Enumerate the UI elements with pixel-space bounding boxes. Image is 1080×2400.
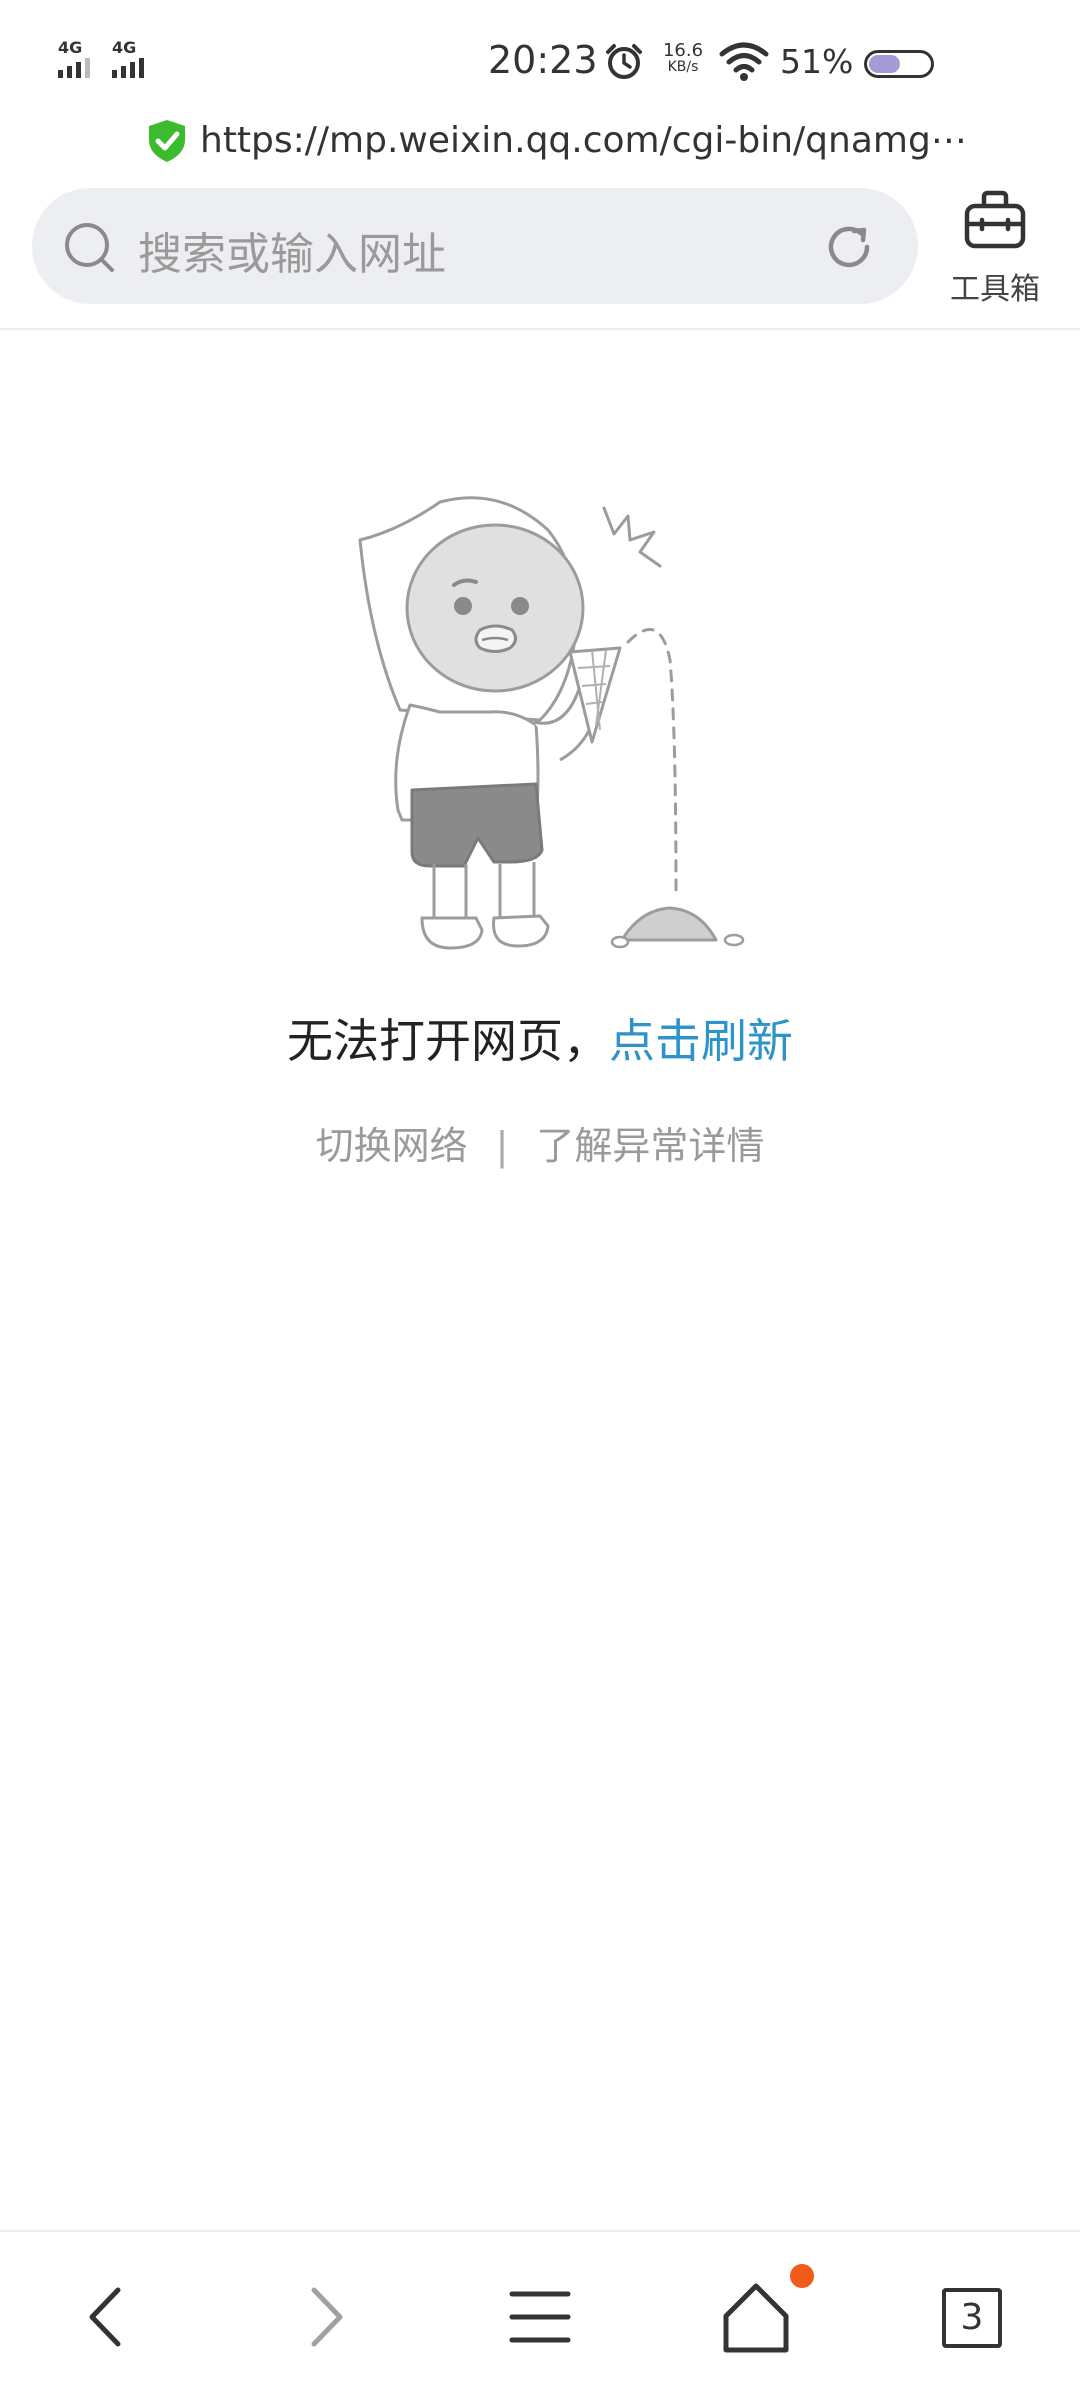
error-text: 无法打开网页， bbox=[287, 1014, 609, 1068]
switch-network-link[interactable]: 切换网络 bbox=[316, 1124, 468, 1168]
search-icon bbox=[65, 223, 114, 272]
refresh-link[interactable]: 点击刷新 bbox=[609, 1014, 793, 1068]
toolbox-icon bbox=[964, 190, 1026, 249]
network-speed-unit: KB/s bbox=[667, 59, 699, 75]
wifi-icon bbox=[719, 42, 769, 81]
reload-icon[interactable] bbox=[820, 218, 878, 276]
browser-page: 4G 4G 20:23 16.6 KB/s 51% https://mp.wei… bbox=[0, 0, 1080, 2400]
back-icon bbox=[89, 2287, 121, 2347]
header-divider bbox=[0, 328, 1080, 330]
clock: 20:23 bbox=[488, 38, 598, 82]
battery-fill bbox=[869, 55, 900, 73]
url-row[interactable]: https://mp.weixin.qq.com/cgi-bin/qnamg⋯ bbox=[0, 112, 1080, 172]
alarm-icon bbox=[606, 44, 642, 79]
menu-icon bbox=[509, 2291, 571, 2343]
battery-icon bbox=[864, 50, 934, 78]
tabs-button[interactable]: 3 bbox=[912, 2272, 1032, 2362]
page-url[interactable]: https://mp.weixin.qq.com/cgi-bin/qnamg⋯ bbox=[200, 120, 967, 161]
network-speed: 16.6 KB/s bbox=[656, 42, 710, 76]
link-separator: | bbox=[495, 1124, 509, 1168]
tabs-icon: 3 bbox=[942, 2288, 1002, 2348]
toolbox-button[interactable]: 工具箱 bbox=[940, 188, 1050, 307]
search-bar[interactable]: 搜索或输入网址 bbox=[32, 188, 918, 304]
sim1-network-label: 4G bbox=[58, 38, 83, 57]
back-button[interactable] bbox=[48, 2272, 168, 2362]
error-illustration bbox=[358, 496, 745, 950]
battery-percent: 51% bbox=[780, 42, 854, 81]
forward-icon bbox=[311, 2287, 343, 2347]
home-button[interactable] bbox=[696, 2264, 816, 2362]
menu-button[interactable] bbox=[480, 2272, 600, 2362]
error-details-link[interactable]: 了解异常详情 bbox=[536, 1124, 764, 1168]
search-input[interactable]: 搜索或输入网址 bbox=[138, 218, 446, 282]
bottom-nav: 3 bbox=[0, 2230, 1080, 2400]
network-speed-value: 16.6 bbox=[662, 40, 704, 61]
forward-button[interactable] bbox=[264, 2272, 384, 2362]
notification-badge bbox=[790, 2264, 814, 2288]
status-bar: 4G 4G 20:23 16.6 KB/s 51% bbox=[0, 0, 1080, 120]
error-actions: 切换网络 | 了解异常详情 bbox=[0, 1115, 1080, 1170]
sim2-network-label: 4G bbox=[112, 38, 137, 57]
toolbox-label: 工具箱 bbox=[950, 272, 1040, 307]
shield-check-icon bbox=[149, 120, 185, 162]
error-message: 无法打开网页，点击刷新 bbox=[0, 1005, 1080, 1071]
